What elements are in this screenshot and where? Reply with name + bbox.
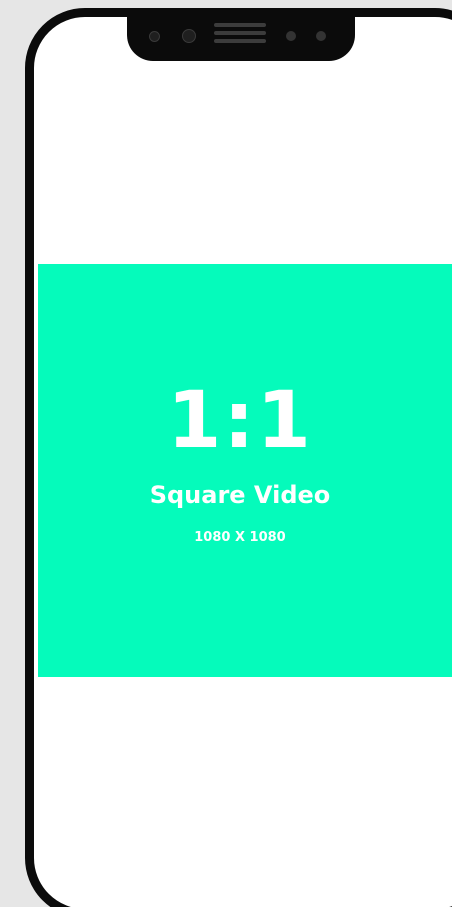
ambient-sensor-icon (316, 31, 326, 41)
aspect-ratio-label: 1:1 (167, 376, 313, 466)
proximity-sensor-icon (286, 31, 296, 41)
front-sensor-icon (149, 31, 160, 42)
video-format-title: Square Video (149, 481, 331, 509)
camera-icon (182, 29, 196, 43)
canvas: 1:1 Square Video 1080 X 1080 (0, 0, 452, 907)
speaker-grille-icon (214, 31, 266, 35)
video-dimensions: 1080 X 1080 (194, 530, 286, 545)
speaker-grille-icon (214, 23, 266, 27)
square-video-preview: 1:1 Square Video 1080 X 1080 (38, 264, 452, 677)
speaker-grille-icon (214, 39, 266, 43)
phone-notch (127, 17, 355, 61)
